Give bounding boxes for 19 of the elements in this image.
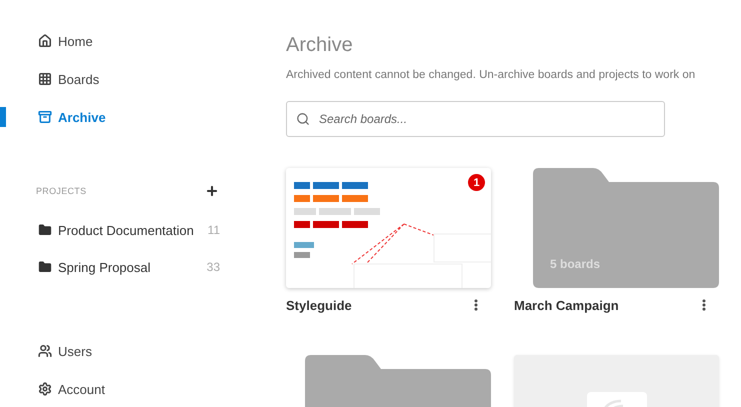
project-item[interactable]: Spring Proposal 33 [38,258,220,276]
search-field[interactable]: Search boards... [286,101,665,137]
page-title: Archive [286,33,354,58]
nav-link[interactable]: Boards [0,70,100,88]
nav-link[interactable]: Home [0,32,93,50]
board-count: 11 [208,223,220,237]
project-item[interactable]: Product Documentation 11 [38,221,220,239]
folder-title: March Campaign [514,298,619,312]
notification-badge: 1 [468,174,485,191]
section-heading: PROJECTS [36,186,86,196]
project-name: Product Documentation [58,222,194,238]
page-description: Archived content cannot be changed. Un-archive boards and projects to work on [286,68,696,83]
nav-link[interactable]: Archive [0,108,106,126]
board-thumbnail[interactable]: 1 [286,168,491,288]
board-count: 33 [206,260,220,274]
project-name: Spring Proposal [58,260,150,274]
board-title: Styleguide [286,298,352,312]
nav-link[interactable]: Users [0,342,92,360]
nav-link[interactable]: Account [0,380,105,398]
